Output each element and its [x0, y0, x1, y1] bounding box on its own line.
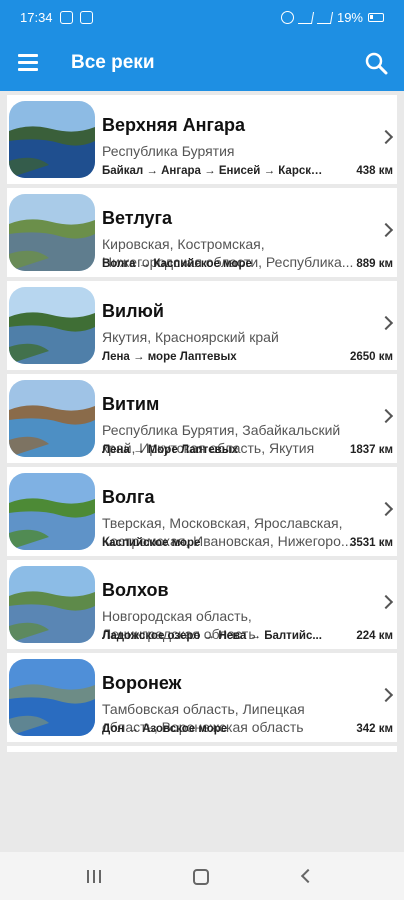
river-route: Лена → Море Лаптевых: [102, 444, 238, 456]
river-region-line: Новгородская область,: [102, 608, 252, 624]
river-card[interactable]: Вилюй Якутия, Красноярский край Лена → мор…: [7, 281, 397, 370]
river-length: 3531 км: [349, 537, 393, 549]
battery-icon: [368, 13, 384, 22]
chevron-right-icon: [378, 594, 394, 610]
river-title: Ветлуга: [102, 208, 173, 228]
status-time: 17:34: [20, 10, 53, 25]
river-photo: [9, 287, 95, 364]
river-title: Витим: [102, 394, 160, 414]
river-region-line: Тверская, Московская, Ярославская,: [102, 515, 343, 531]
status-bar: 17:34 19%: [0, 0, 404, 36]
river-route: Байкал → Ангара → Енисей → Карско...: [102, 165, 327, 177]
river-region-line: Тамбовская область, Липецкая: [102, 701, 305, 717]
river-length: 889 км: [356, 258, 393, 270]
river-photo: [9, 659, 95, 736]
river-length: 2650 км: [349, 351, 393, 363]
river-card[interactable]: Волга Тверская, Московская, Ярославская, К…: [7, 467, 397, 556]
river-route: Каспийское море: [102, 537, 201, 549]
back-icon[interactable]: [300, 868, 316, 884]
chevron-right-icon: [378, 408, 394, 424]
chevron-right-icon: [378, 129, 394, 145]
river-title: Воронеж: [102, 673, 182, 693]
river-length: 438 км: [356, 165, 393, 177]
river-card-partial: [7, 746, 397, 752]
search-icon[interactable]: [364, 51, 388, 75]
river-route: Волга → Каспийское море: [102, 258, 252, 270]
river-length: 342 км: [356, 723, 393, 735]
river-region: Якутия, Красноярский край: [102, 328, 377, 346]
river-title: Верхняя Ангара: [102, 115, 246, 135]
recent-apps-icon[interactable]: [87, 870, 103, 883]
signal-icon: [316, 11, 334, 24]
river-title: Волхов: [102, 580, 169, 600]
river-region-line: Якутия, Красноярский край: [102, 329, 279, 345]
wifi-icon: [297, 11, 315, 24]
river-photo: [9, 194, 95, 271]
river-card[interactable]: Витим Республика Бурятия, Забайкальский кр…: [7, 374, 397, 463]
river-title: Волга: [102, 487, 155, 507]
river-region: Республика Бурятия: [102, 142, 377, 160]
battery-percent: 19%: [336, 10, 363, 25]
river-photo: [9, 101, 95, 178]
river-route: Дон → Азовское море: [102, 723, 228, 735]
alarm-icon: [280, 11, 294, 24]
app-notification-icon: [79, 11, 93, 24]
river-card[interactable]: Волхов Новгородская область, Ленинградская…: [7, 560, 397, 649]
river-route: Лена → море Лаптевых: [102, 351, 237, 363]
page-title: Все реки: [71, 52, 155, 73]
river-length: 224 км: [356, 630, 393, 642]
menu-icon[interactable]: [18, 54, 38, 71]
river-card[interactable]: Воронеж Тамбовская область, Липецкая облас…: [7, 653, 397, 742]
chevron-right-icon: [378, 315, 394, 331]
home-icon[interactable]: [193, 869, 209, 885]
river-card[interactable]: Верхняя Ангара Республика Бурятия Байкал →…: [7, 95, 397, 184]
river-length: 1837 км: [349, 444, 393, 456]
river-region-line: Кировская, Костромская,: [102, 236, 265, 252]
river-title: Вилюй: [102, 301, 164, 321]
river-region-line: Республика Бурятия: [102, 143, 235, 159]
river-route: Ладожское озеро → Нева → Балтийс...: [102, 630, 322, 642]
river-photo: [9, 473, 95, 550]
river-photo: [9, 566, 95, 643]
river-photo: [9, 380, 95, 457]
chevron-right-icon: [378, 501, 394, 517]
system-nav-bar: [0, 852, 404, 900]
river-card[interactable]: Ветлуга Кировская, Костромская, Нижегородс…: [7, 188, 397, 277]
notification-icon: [59, 11, 73, 24]
river-region-line: Республика Бурятия, Забайкальский: [102, 422, 341, 438]
chevron-right-icon: [378, 687, 394, 703]
chevron-right-icon: [378, 222, 394, 238]
app-bar: Все реки: [0, 36, 404, 91]
river-list: Верхняя Ангара Республика Бурятия Байкал →…: [7, 95, 397, 756]
